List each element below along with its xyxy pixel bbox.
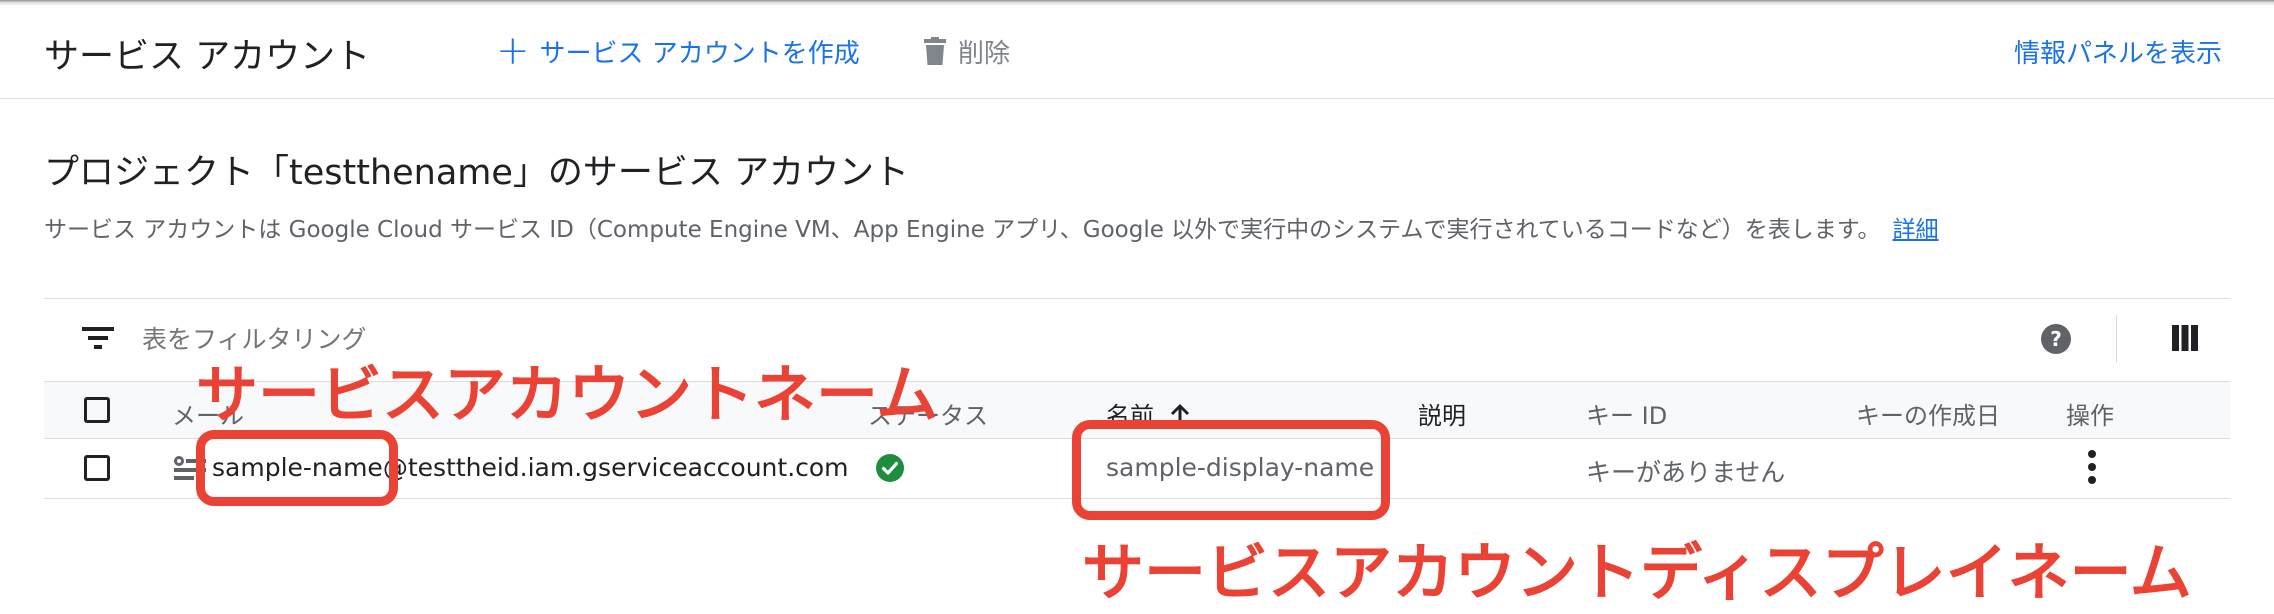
- create-service-account-button[interactable]: + サービス アカウントを作成: [496, 28, 860, 74]
- description-text: サービス アカウントは Google Cloud サービス ID（Compute…: [44, 217, 1881, 243]
- annotation-display-name-box: [1072, 420, 1390, 520]
- trash-icon: [924, 37, 946, 65]
- annotation-account-name-label: サービスアカウントネーム: [196, 358, 939, 431]
- help-icon[interactable]: ?: [2040, 323, 2072, 355]
- section-title: プロジェクト「testthename」のサービス アカウント: [44, 153, 910, 193]
- row-checkbox[interactable]: [84, 455, 110, 481]
- key-id-value: キーがありません: [1586, 458, 1786, 487]
- select-all-checkbox[interactable]: [84, 397, 110, 423]
- more-vert-icon[interactable]: [2086, 448, 2098, 486]
- check-circle-icon: [876, 454, 904, 482]
- toolbar-divider: [2116, 315, 2117, 363]
- create-service-account-label: サービス アカウントを作成: [539, 38, 860, 69]
- column-key-id[interactable]: キー ID: [1586, 396, 1667, 431]
- page-header: サービス アカウント + サービス アカウントを作成 削除 情報パネルを表示: [0, 6, 2274, 99]
- column-description[interactable]: 説明: [1418, 396, 1466, 431]
- column-actions: 操作: [2066, 402, 2114, 430]
- details-link[interactable]: 詳細: [1893, 217, 1939, 243]
- section-description: サービス アカウントは Google Cloud サービス ID（Compute…: [44, 210, 1939, 244]
- plus-icon: +: [496, 28, 530, 74]
- delete-label: 削除: [958, 38, 1011, 69]
- page-title: サービス アカウント: [44, 37, 371, 77]
- svg-text:?: ?: [2050, 327, 2062, 351]
- column-key-created[interactable]: キーの作成日: [1856, 396, 2000, 431]
- delete-button[interactable]: 削除: [924, 28, 1010, 74]
- show-info-panel-button[interactable]: 情報パネルを表示: [2014, 28, 2222, 74]
- filter-list-icon[interactable]: [82, 325, 114, 351]
- annotation-account-name-box: [196, 430, 398, 506]
- annotation-display-name-label: サービスアカウントディスプレイネーム: [1082, 536, 2192, 609]
- column-display-icon[interactable]: [2172, 325, 2198, 351]
